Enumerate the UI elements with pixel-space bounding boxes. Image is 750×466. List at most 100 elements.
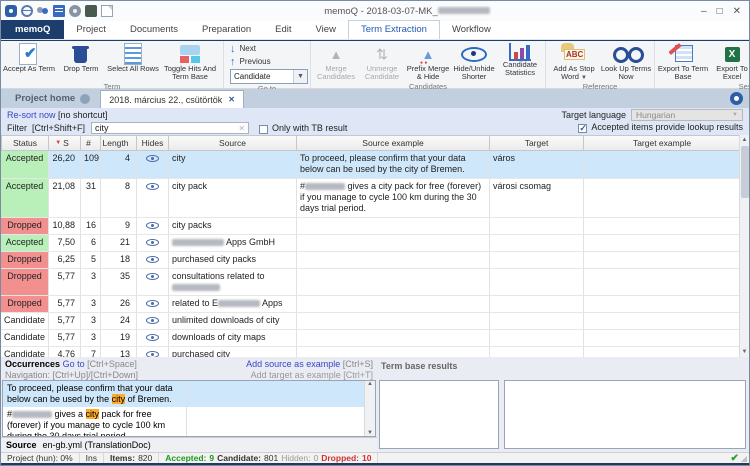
table-row[interactable]: Candidate 5,77 3 24 unlimited downloads … <box>1 313 749 330</box>
gear-icon[interactable] <box>69 5 81 17</box>
header-source-example[interactable]: Source example <box>297 135 490 151</box>
memoq-logo-icon[interactable] <box>5 5 17 17</box>
hides-eye-icon[interactable] <box>146 222 159 229</box>
header-hides[interactable]: Hides <box>137 135 169 151</box>
goto-filter-dropdown[interactable]: Candidate ▼ <box>230 69 308 84</box>
occurrences-goto-link[interactable]: Go to <box>63 359 85 369</box>
term-base-detail-box[interactable] <box>504 380 746 449</box>
maximize-button[interactable]: □ <box>717 6 723 17</box>
add-as-stop-word-button[interactable]: Add As Stop Word ▼ <box>548 42 600 82</box>
table-row[interactable]: Dropped 6,25 5 18 purchased city packs <box>1 252 749 269</box>
tab-view[interactable]: View <box>304 20 348 39</box>
look-up-terms-button[interactable]: Look Up Terms Now <box>600 42 652 82</box>
occurrence-item[interactable]: # gives a city pack for free (forever) i… <box>3 407 375 437</box>
grid-vertical-scrollbar[interactable]: ▲ ▼ <box>739 135 749 357</box>
table-row[interactable]: Candidate 5,77 3 19 downloads of city ma… <box>1 330 749 347</box>
toggle-hits-button[interactable]: Toggle Hits And Term Base <box>159 42 221 82</box>
hides-eye-icon[interactable] <box>146 300 159 307</box>
close-button[interactable]: ✕ <box>733 6 741 17</box>
length-cell: 8 <box>101 179 137 217</box>
occurrence-item[interactable]: To proceed, please confirm that your dat… <box>3 381 375 407</box>
resources-icon[interactable] <box>53 5 65 17</box>
tab-term-extraction-session[interactable]: 2018. március 22., csütörtök ✕ <box>100 90 244 108</box>
hides-eye-icon[interactable] <box>146 273 159 280</box>
export-to-excel-button[interactable]: Export To Excel <box>709 42 750 82</box>
scroll-up-icon[interactable]: ▲ <box>365 381 375 387</box>
prefix-merge-hide-button[interactable]: Prefix Merge & Hide <box>405 42 451 82</box>
count-cell: 5 <box>81 252 101 268</box>
ok-check-icon: ✔ <box>730 453 738 464</box>
header-length[interactable]: Length <box>101 135 137 151</box>
header-target[interactable]: Target <box>490 135 584 151</box>
accepted-lookup-checkbox[interactable] <box>578 124 587 133</box>
tab-preparation[interactable]: Preparation <box>190 20 263 39</box>
goto-previous-button[interactable]: ↑ Previous <box>226 55 308 68</box>
scroll-down-icon[interactable]: ▼ <box>740 347 749 357</box>
export-to-term-base-button[interactable]: Export To Term Base <box>657 42 709 82</box>
scrollbar-thumb[interactable] <box>741 146 749 198</box>
scroll-up-icon[interactable]: ▲ <box>740 135 749 145</box>
document-icon[interactable] <box>101 5 113 17</box>
table-row[interactable]: Dropped 10,88 16 9 city packs <box>1 218 749 235</box>
hides-eye-icon[interactable] <box>146 351 159 357</box>
accept-as-term-button[interactable]: Accept As Term <box>3 42 55 73</box>
status-cell: Dropped <box>1 269 49 295</box>
tab-project-home[interactable]: Project home <box>1 89 100 108</box>
table-row[interactable]: Accepted 26,20 109 4 city To proceed, pl… <box>1 151 749 179</box>
merge-icon <box>319 43 353 65</box>
add-source-example-link[interactable]: Add source as example <box>246 359 340 369</box>
hides-cell <box>137 252 169 268</box>
tab-edit[interactable]: Edit <box>263 20 303 39</box>
occurrences-list[interactable]: To proceed, please confirm that your dat… <box>2 380 376 437</box>
table-row[interactable]: Candidate 4,76 7 13 purchased city <box>1 347 749 357</box>
hides-eye-icon[interactable] <box>146 183 159 190</box>
table-row[interactable]: Accepted 7,50 6 21 Apps GmbH <box>1 235 749 252</box>
term-base-source-list[interactable] <box>379 380 499 449</box>
users-icon[interactable] <box>37 5 49 17</box>
header-target-example[interactable]: Target example <box>584 135 741 151</box>
status-cell: Dropped <box>1 252 49 268</box>
table-row[interactable]: Accepted 21,08 31 8 city pack # gives a … <box>1 179 749 218</box>
unmerge-icon <box>365 43 399 65</box>
goto-next-button[interactable]: ↓ Next <box>226 42 308 55</box>
resize-grip[interactable]: ◢ <box>741 454 747 463</box>
select-all-rows-button[interactable]: Select All Rows <box>107 42 159 73</box>
resort-link[interactable]: Re-sort now <box>7 110 56 120</box>
hide-unhide-shorter-button[interactable]: Hide/Unhide Shorter <box>451 42 497 82</box>
hides-eye-icon[interactable] <box>146 317 159 324</box>
header-count[interactable]: # <box>81 135 101 151</box>
filter-input[interactable]: city ✕ <box>91 122 249 134</box>
stop-word-icon <box>557 43 591 65</box>
source-cell: city packs <box>169 218 297 234</box>
globe-icon[interactable] <box>21 5 33 17</box>
scroll-down-icon[interactable]: ▼ <box>365 430 375 436</box>
close-tab-icon[interactable]: ✕ <box>228 95 235 104</box>
tab-documents[interactable]: Documents <box>118 20 190 39</box>
count-cell: 3 <box>81 313 101 329</box>
tools-icon[interactable] <box>85 5 97 17</box>
table-row[interactable]: Dropped 5,77 3 35 consultations related … <box>1 269 749 296</box>
source-example-cell <box>297 218 490 234</box>
clear-filter-icon[interactable]: ✕ <box>238 124 248 133</box>
header-score[interactable]: ▼S <box>49 135 81 151</box>
score-cell: 6,25 <box>49 252 81 268</box>
chevron-down-icon: ▼ <box>581 75 587 81</box>
minimize-button[interactable]: – <box>701 6 707 17</box>
table-row[interactable]: Dropped 5,77 3 26 related to E Apps <box>1 296 749 313</box>
candidate-statistics-button[interactable]: Candidate Statistics <box>497 42 543 78</box>
only-tb-result-checkbox[interactable] <box>259 125 268 134</box>
info-icon[interactable] <box>730 92 743 105</box>
hides-eye-icon[interactable] <box>146 256 159 263</box>
occurrences-goto-shortcut: [Ctrl+Space] <box>87 359 137 369</box>
drop-term-button[interactable]: Drop Term <box>55 42 107 73</box>
header-status[interactable]: Status <box>1 135 49 151</box>
tab-memoq[interactable]: memoQ <box>1 20 64 39</box>
tab-workflow[interactable]: Workflow <box>440 20 503 39</box>
hides-eye-icon[interactable] <box>146 155 159 162</box>
hides-eye-icon[interactable] <box>146 334 159 341</box>
header-source[interactable]: Source <box>169 135 297 151</box>
tab-term-extraction[interactable]: Term Extraction <box>348 20 440 39</box>
hides-eye-icon[interactable] <box>146 239 159 246</box>
occurrences-scrollbar[interactable]: ▲▼ <box>364 381 375 436</box>
tab-project[interactable]: Project <box>64 20 118 39</box>
